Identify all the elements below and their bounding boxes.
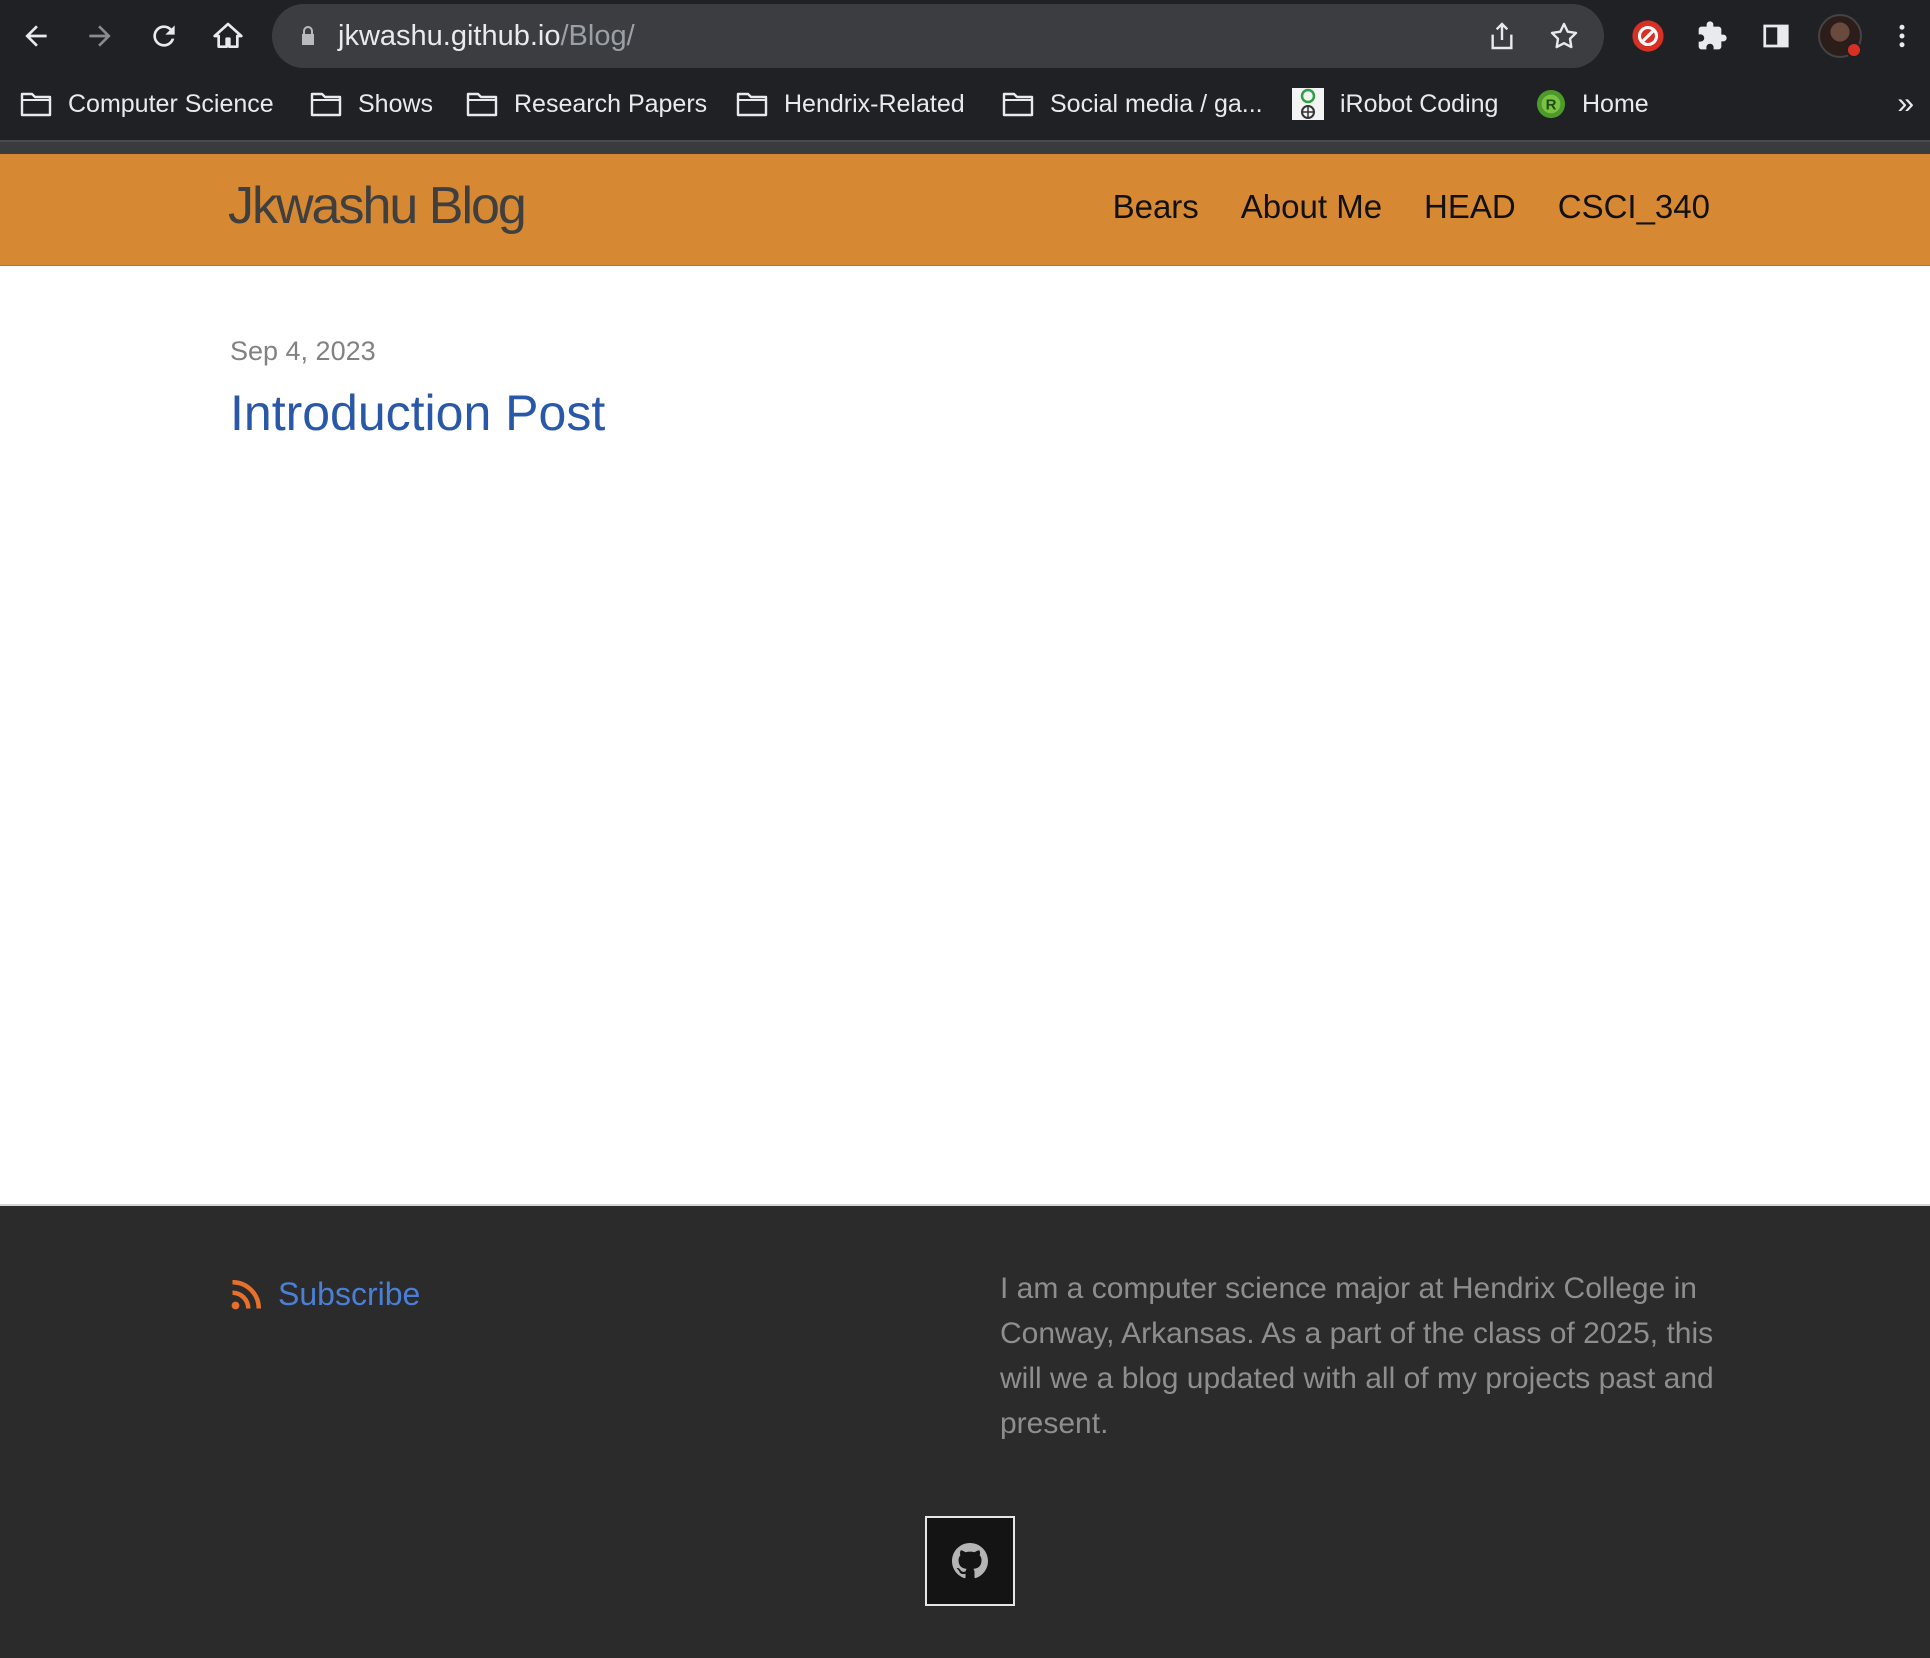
svg-text:R: R [1546, 97, 1557, 114]
red-extension-icon [1632, 20, 1664, 52]
folder-icon [310, 92, 342, 117]
url-host: jkwashu.github.io [338, 20, 561, 52]
subscribe-link[interactable]: Subscribe [228, 1276, 420, 1313]
nav-link-about-me[interactable]: About Me [1241, 188, 1382, 226]
browser-toolbar: jkwashu.github.io/Blog/ [0, 0, 1930, 72]
bookmark-research-papers[interactable]: Research Papers [466, 84, 707, 124]
irobot-icon [1292, 88, 1324, 120]
bookmark-home[interactable]: R Home [1536, 84, 1649, 124]
menu-button[interactable] [1882, 14, 1922, 58]
profile-avatar[interactable] [1818, 14, 1862, 58]
github-link[interactable] [925, 1516, 1015, 1606]
bookmark-label: iRobot Coding [1340, 89, 1499, 118]
home-button[interactable] [206, 14, 250, 58]
site-title[interactable]: Jkwashu Blog [228, 176, 527, 236]
folder-icon [20, 92, 52, 117]
reload-icon [153, 25, 175, 47]
footer-description: I am a computer science major at Hendrix… [1000, 1272, 1714, 1440]
site-footer: Subscribe I am a computer science major … [0, 1204, 1930, 1658]
site-nav: Bears About Me HEAD CSCI_340 [1113, 188, 1710, 226]
bookmark-label: Research Papers [514, 89, 708, 118]
star-icon[interactable] [1548, 20, 1580, 52]
extensions-button[interactable] [1690, 14, 1734, 58]
bookmarks-bar: Computer Science Shows Research Papers H… [0, 72, 1930, 140]
bookmark-label: Social media / ga... [1050, 89, 1263, 118]
green-r-icon: R [1536, 89, 1566, 119]
bookmarks-overflow-button[interactable]: » [1897, 88, 1914, 120]
profile-badge [1846, 42, 1862, 58]
bookmark-computer-science[interactable]: Computer Science [20, 84, 274, 124]
bookmark-label: Hendrix-Related [784, 89, 965, 118]
bookmark-label: Shows [358, 89, 434, 118]
puzzle-icon [1698, 21, 1727, 50]
nav-link-head[interactable]: HEAD [1424, 188, 1516, 226]
folder-icon [1002, 92, 1034, 117]
side-panel-icon [1763, 24, 1789, 48]
bookmark-label: Home [1582, 89, 1649, 118]
url-text[interactable]: jkwashu.github.io/Blog/ [338, 4, 635, 68]
bookmark-hendrix-related[interactable]: Hendrix-Related [736, 84, 965, 124]
folder-icon [466, 92, 498, 117]
bookmark-social-media[interactable]: Social media / ga... [1002, 84, 1263, 124]
nav-link-csci-340[interactable]: CSCI_340 [1558, 188, 1710, 226]
bookmark-shows[interactable]: Shows [310, 84, 433, 124]
site-header: Jkwashu Blog Bears About Me HEAD CSCI_34… [0, 154, 1930, 266]
bookmark-label: Computer Science [68, 89, 274, 118]
more-vert-icon [1899, 24, 1905, 48]
red-extension-button[interactable] [1626, 14, 1670, 58]
home-icon [213, 22, 243, 48]
forward-icon [89, 25, 111, 47]
subscribe-label: Subscribe [278, 1276, 421, 1312]
lock-icon[interactable] [296, 24, 320, 48]
bookmark-irobot-coding[interactable]: iRobot Coding [1292, 84, 1498, 124]
reload-button[interactable] [142, 14, 186, 58]
post-title-link[interactable]: Introduction Post [230, 384, 605, 442]
github-icon [952, 1543, 988, 1579]
back-icon [25, 25, 47, 47]
back-button[interactable] [14, 14, 58, 58]
side-panel-button[interactable] [1754, 14, 1798, 58]
folder-icon [736, 92, 768, 117]
toolbar-divider [0, 140, 1930, 154]
url-path: /Blog/ [560, 20, 635, 52]
post-date: Sep 4, 2023 [230, 336, 376, 366]
nav-link-bears[interactable]: Bears [1113, 188, 1199, 226]
rss-icon [231, 1279, 261, 1309]
forward-button[interactable] [78, 14, 122, 58]
address-bar[interactable]: jkwashu.github.io/Blog/ [272, 4, 1604, 68]
share-icon[interactable] [1486, 20, 1518, 52]
